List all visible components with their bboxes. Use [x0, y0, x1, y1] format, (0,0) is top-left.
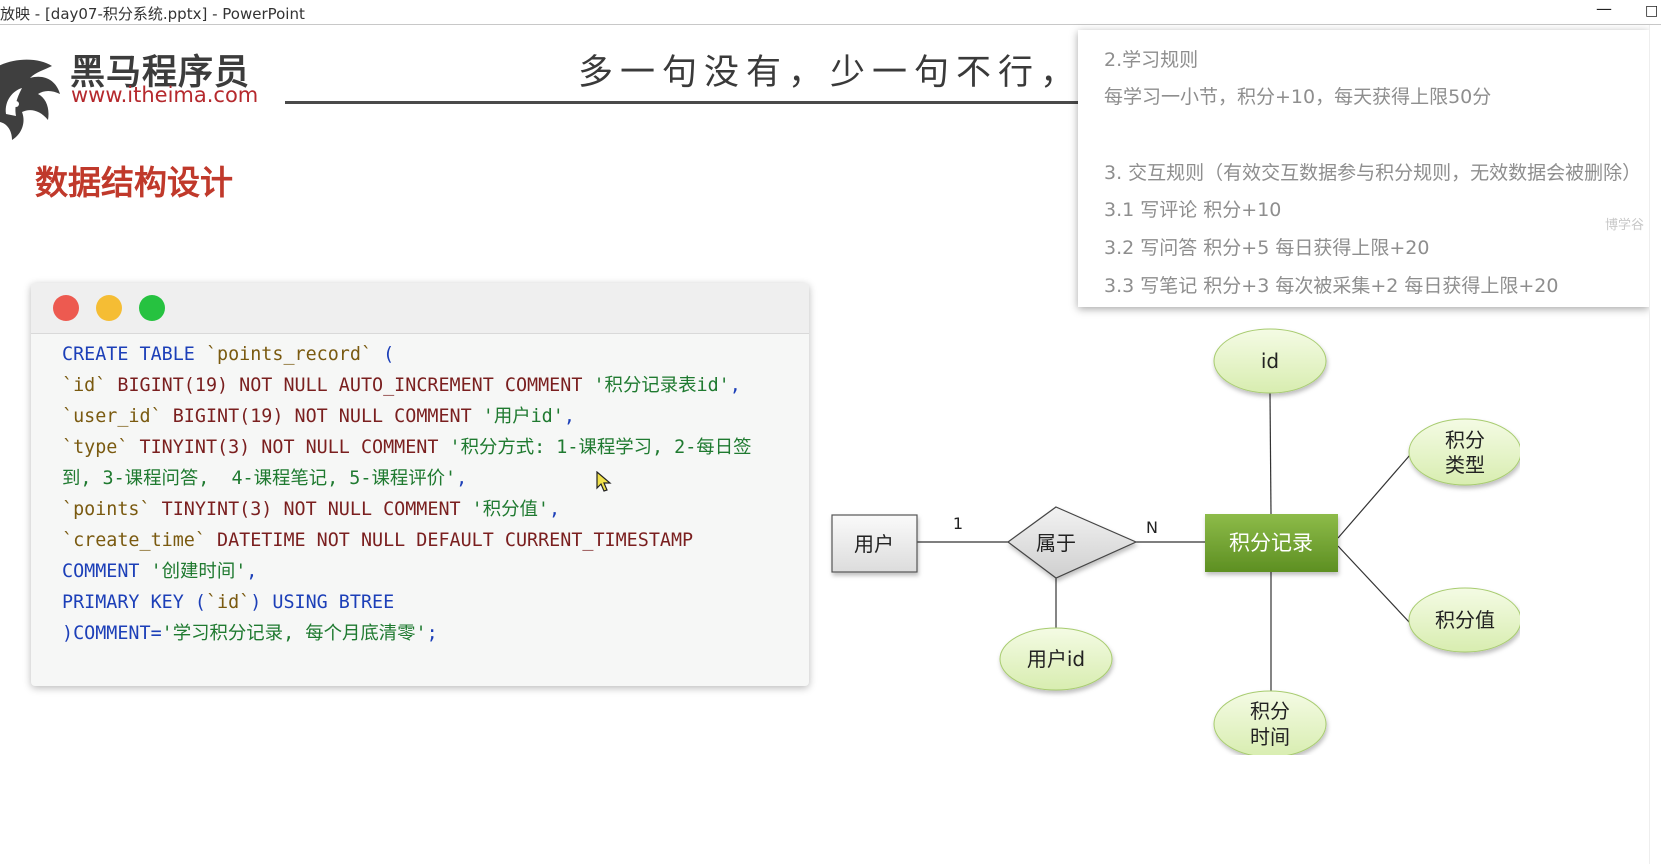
code-line: `id` BIGINT(19) NOT NULL AUTO_INCREMENT …: [62, 370, 751, 401]
maximize-button[interactable]: □: [1645, 0, 1661, 22]
er-attr-type: 积分 类型: [1408, 418, 1520, 486]
code-token: 到, 3-课程问答, 4-课程笔记, 5-课程评价': [62, 468, 457, 489]
er-diagram: 用户 1 属于 N 积分记录 用户id id 积分 类型 积分值 积分 时间: [831, 328, 1520, 755]
er-entity-points-record: 积分记录: [1205, 514, 1338, 572]
mouse-pointer-icon: [596, 471, 612, 492]
er-attr-value-label: 积分值: [1435, 608, 1495, 632]
code-line: `user_id` BIGINT(19) NOT NULL COMMENT '用…: [62, 401, 751, 432]
code-token: `create_time`: [62, 530, 206, 551]
code-line: PRIMARY KEY (`id`) USING BTREE: [62, 587, 751, 618]
code-token: BIGINT(19) NOT NULL COMMENT: [161, 406, 483, 427]
code-token: PRIMARY KEY (: [62, 592, 206, 613]
popup-line-study-rules: 2.学习规则: [1104, 49, 1199, 71]
code-line: COMMENT '创建时间',: [62, 556, 751, 587]
horse-logo-icon: [0, 59, 60, 140]
zoom-dot-icon: [139, 295, 165, 321]
sql-code-block: CREATE TABLE `points_record` (`id` BIGIN…: [62, 339, 751, 649]
popup-line-notes: 3.3 写笔记 积分+3 每次被采集+2 每日获得上限+20: [1104, 275, 1559, 297]
code-line: CREATE TABLE `points_record` (: [62, 339, 751, 370]
window-title: 放映 - [day07-积分系统.pptx] - PowerPoint: [0, 5, 305, 23]
code-token: COMMENT: [62, 561, 151, 582]
code-window-titlebar: [31, 283, 809, 334]
code-token: '积分值': [471, 499, 549, 520]
code-token: ,: [456, 468, 468, 489]
code-token: TINYINT(3) NOT NULL COMMENT: [128, 437, 450, 458]
code-token: CREATE TABLE: [62, 344, 206, 365]
code-line: `points` TINYINT(3) NOT NULL COMMENT '积分…: [62, 494, 751, 525]
er-attr-type-label-2: 类型: [1445, 453, 1485, 477]
logo-url: www.itheima.com: [71, 83, 259, 107]
slide-slogan: 多一句没有，少一句不行，用: [578, 53, 1125, 93]
code-token: `user_id`: [62, 406, 162, 427]
er-attr-user-id: 用户id: [999, 627, 1113, 691]
er-relation-belongs: 属于: [1006, 506, 1138, 579]
minimize-button[interactable]: —: [1592, 0, 1616, 22]
er-entity-user-label: 用户: [854, 532, 894, 556]
section-title: 数据结构设计: [35, 163, 233, 202]
code-token: `points_record`: [205, 344, 373, 365]
er-relation-label: 属于: [1036, 531, 1076, 555]
er-attr-id-label: id: [1261, 349, 1279, 373]
er-entity-record-label: 积分记录: [1229, 531, 1313, 555]
popup-line-study-detail: 每学习一小节，积分+10，每天获得上限50分: [1104, 86, 1492, 108]
code-window: CREATE TABLE `points_record` (`id` BIGIN…: [31, 283, 809, 686]
code-line: 到, 3-课程问答, 4-课程笔记, 5-课程评价',: [62, 463, 751, 494]
er-attr-type-label-1: 积分: [1445, 428, 1485, 452]
er-entity-user: 用户: [831, 514, 918, 573]
code-token: ) USING BTREE: [250, 592, 395, 613]
popup-line-qa: 3.2 写问答 积分+5 每日获得上限+20: [1104, 237, 1430, 259]
er-cardinality-record: N: [1146, 518, 1158, 537]
er-attr-time-label-1: 积分: [1250, 699, 1290, 723]
code-line: `create_time` DATETIME NOT NULL DEFAULT …: [62, 525, 751, 556]
er-cardinality-user: 1: [953, 514, 963, 533]
popup-line-comment: 3.1 写评论 积分+10: [1104, 199, 1282, 221]
er-attr-time-label-2: 时间: [1250, 725, 1290, 749]
window-titlebar: 放映 - [day07-积分系统.pptx] - PowerPoint — □: [0, 0, 1661, 25]
popup-line-interaction-rules: 3. 交互规则（有效交互数据参与积分规则，无效数据会被删除）: [1104, 162, 1642, 184]
er-attr-time: 积分 时间: [1213, 690, 1327, 755]
code-line: )COMMENT='学习积分记录, 每个月底清零';: [62, 618, 751, 649]
rules-popup: 2.学习规则 每学习一小节，积分+10，每天获得上限50分 3. 交互规则（有效…: [1078, 30, 1649, 307]
right-edge-strip: [1649, 25, 1661, 864]
code-token: `type`: [62, 437, 129, 458]
code-token: '积分记录表id': [593, 375, 730, 396]
minimize-dot-icon: [96, 295, 122, 321]
er-attr-value: 积分值: [1408, 587, 1520, 653]
code-token: TINYINT(3) NOT NULL COMMENT: [150, 499, 472, 520]
code-token: )COMMENT=: [62, 623, 162, 644]
close-dot-icon: [53, 295, 79, 321]
code-token: ,: [246, 561, 258, 582]
code-token: '学习积分记录, 每个月底清零': [161, 623, 427, 644]
code-token: `id`: [62, 375, 107, 396]
code-token: (: [372, 344, 395, 365]
code-line: `type` TINYINT(3) NOT NULL COMMENT '积分方式…: [62, 432, 751, 463]
code-token: ,: [729, 375, 741, 396]
code-token: '积分方式: 1-课程学习, 2-每日签: [449, 437, 752, 458]
code-token: BIGINT(19) NOT NULL AUTO_INCREMENT COMME…: [106, 375, 594, 396]
code-token: ,: [563, 406, 575, 427]
code-token: '创建时间': [150, 561, 247, 582]
code-token: '用户id': [482, 406, 564, 427]
code-token: `id`: [205, 592, 251, 613]
er-attr-user-id-label: 用户id: [1027, 647, 1085, 671]
er-attr-id: id: [1213, 328, 1327, 394]
code-token: DATETIME NOT NULL DEFAULT CURRENT_TIMEST…: [205, 530, 694, 551]
watermark: 博学谷: [1605, 218, 1645, 233]
code-token: ;: [426, 623, 438, 644]
code-token: `points`: [62, 499, 151, 520]
code-token: ,: [549, 499, 561, 520]
